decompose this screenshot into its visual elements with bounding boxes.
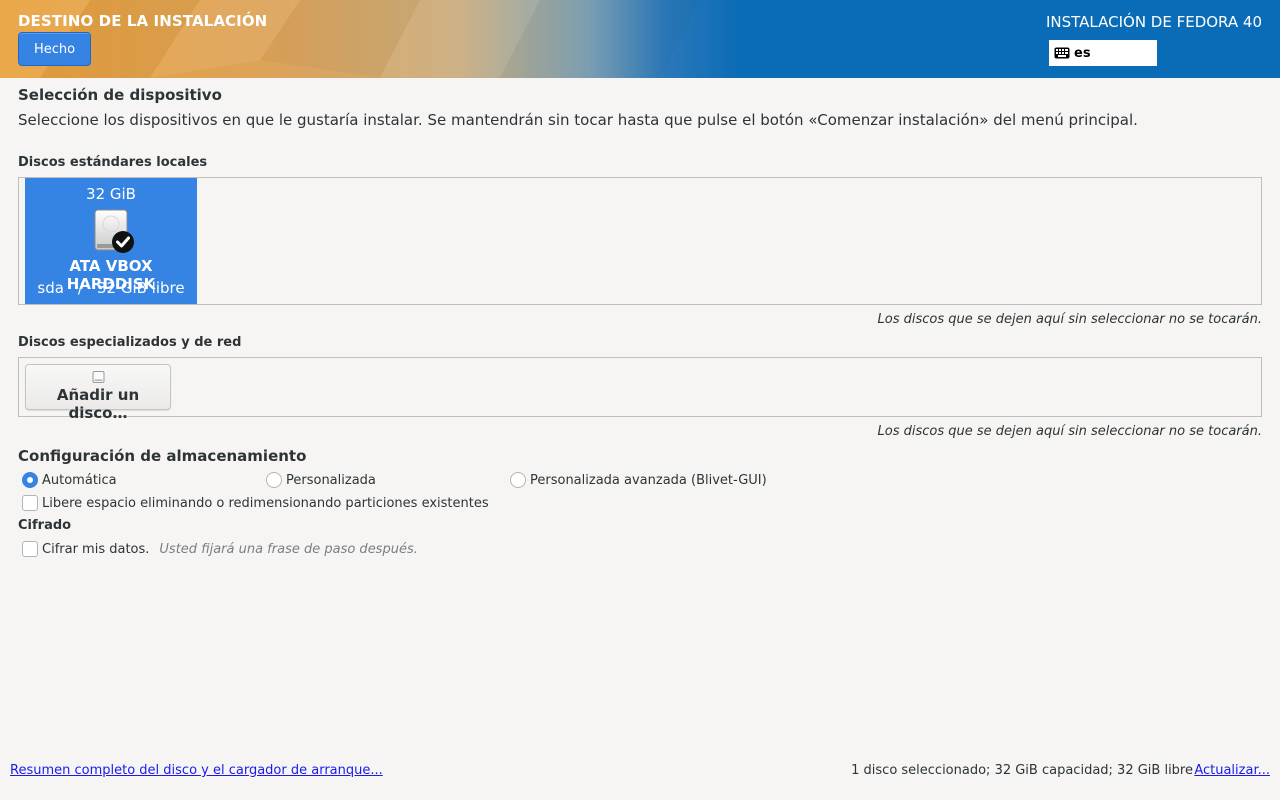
product-title: INSTALACIÓN DE FEDORA 40 [1045, 13, 1262, 31]
disk-info: sda / 32 GiB libre [25, 279, 197, 297]
radio-custom[interactable]: Personalizada [266, 472, 376, 488]
full-disk-summary-link[interactable]: Resumen completo del disco y el cargador… [10, 763, 383, 778]
keyboard-layout-indicator[interactable]: es [1049, 40, 1157, 66]
keyboard-layout-label: es [1074, 45, 1091, 61]
refresh-link[interactable]: Actualizar... [1194, 763, 1270, 778]
disk-tile-sda[interactable]: 32 GiB ATA VBOX HARDDISK sda / 32 GiB li… [25, 178, 197, 304]
disk-summary-text: 1 disco seleccionado; 32 GiB capacidad; … [851, 763, 1193, 778]
radio-advanced-custom-label: Personalizada avanzada (Blivet-GUI) [530, 472, 767, 488]
encrypt-label: Cifrar mis datos. [42, 541, 150, 557]
header-bar: DESTINO DE LA INSTALACIÓN Hecho INSTALAC… [0, 0, 1280, 78]
encrypt-checkbox[interactable] [22, 541, 38, 557]
radio-custom-label: Personalizada [286, 472, 376, 488]
device-selection-description: Seleccione los dispositivos en que le gu… [18, 111, 1138, 129]
add-disk-button[interactable]: Añadir un disco… [25, 364, 171, 422]
reclaim-space-label: Libere espacio eliminando o redimensiona… [42, 495, 489, 511]
radio-automatic[interactable]: Automática [22, 472, 117, 488]
radio-button-checked[interactable] [22, 472, 38, 488]
specialized-disks-box: Añadir un disco… [18, 357, 1262, 422]
encrypt-hint: Usted fijará una frase de paso después. [159, 541, 418, 557]
reclaim-space-checkbox-row[interactable]: Libere espacio eliminando o redimensiona… [22, 495, 489, 511]
reclaim-space-checkbox[interactable] [22, 495, 38, 511]
local-disks-label: Discos estándares locales [18, 155, 208, 170]
done-button[interactable]: Hecho [18, 32, 91, 66]
encryption-title: Cifrado [18, 518, 72, 533]
encrypt-checkbox-row[interactable]: Cifrar mis datos. Usted fijará una frase… [22, 541, 418, 557]
radio-button[interactable] [266, 472, 282, 488]
disk-capacity: 32 GiB [86, 185, 136, 203]
add-disk-label: Añadir un disco… [56, 386, 140, 422]
disk-free: 32 GiB libre [96, 279, 185, 297]
keyboard-icon [1054, 47, 1070, 59]
disk-small-icon [92, 371, 105, 383]
harddisk-checked-icon [94, 209, 134, 253]
disk-device: sda [37, 279, 64, 297]
specialized-disks-label: Discos especializados y de red [18, 335, 242, 350]
storage-config-title: Configuración de almacenamiento [18, 447, 307, 465]
specialized-disks-note: Los discos que se dejen aquí sin selecci… [877, 424, 1262, 439]
disk-info-separator: / [77, 279, 83, 297]
radio-automatic-label: Automática [42, 472, 117, 488]
local-disks-note: Los discos que se dejen aquí sin selecci… [877, 312, 1262, 327]
spoke-title: DESTINO DE LA INSTALACIÓN [18, 12, 268, 30]
radio-advanced-custom[interactable]: Personalizada avanzada (Blivet-GUI) [510, 472, 767, 488]
device-selection-title: Selección de dispositivo [18, 86, 222, 104]
local-disks-box: 32 GiB ATA VBOX HARDDISK sda / 32 GiB li… [18, 177, 1262, 305]
radio-button[interactable] [510, 472, 526, 488]
